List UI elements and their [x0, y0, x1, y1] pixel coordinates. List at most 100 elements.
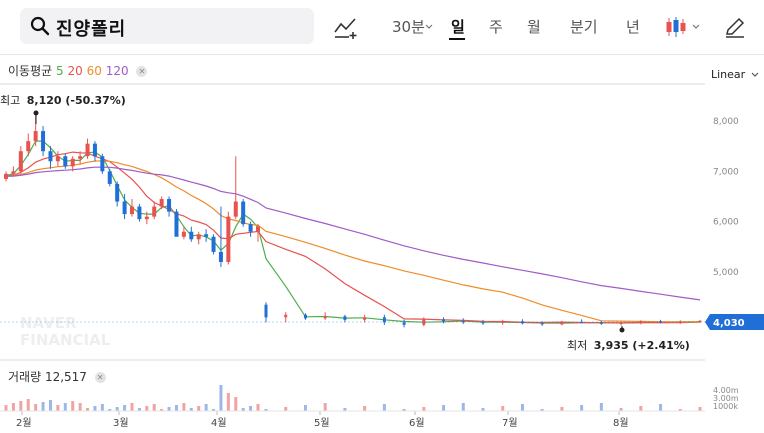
close-icon[interactable]: ✕: [94, 372, 106, 383]
candle: [137, 206, 142, 220]
volume-bar: [241, 408, 245, 411]
volume-bar: [145, 406, 149, 411]
volume-bar: [284, 407, 288, 411]
ma-line-60: [5, 160, 700, 323]
tab-week[interactable]: 주: [489, 16, 503, 37]
tab-quarter[interactable]: 분기: [570, 16, 598, 37]
candle: [167, 199, 172, 212]
volume-bar: [234, 397, 238, 411]
chevron-down-icon[interactable]: [692, 24, 700, 30]
tab-year[interactable]: 년: [626, 16, 640, 37]
ma-label: 이동평균: [8, 64, 53, 78]
volume-bar: [4, 405, 8, 411]
candle: [323, 316, 327, 319]
candle: [159, 199, 164, 207]
low-value: 3,935 (+2.41%): [594, 339, 690, 352]
candle: [211, 236, 216, 252]
high-marker: 최고 8,120 (-50.37%): [0, 94, 126, 124]
candle: [520, 321, 524, 324]
volume-bar: [501, 406, 505, 411]
scale-mode[interactable]: Linear: [711, 68, 759, 81]
moving-average-legend: 이동평균 5 20 60 120 ✕: [8, 62, 148, 79]
tab-30min[interactable]: 30분: [392, 16, 425, 37]
volume-bar: [19, 401, 23, 411]
ma-60: 60: [86, 64, 102, 78]
candle: [115, 183, 120, 202]
candle: [501, 321, 505, 323]
volume-bar: [226, 393, 230, 411]
candle: [284, 314, 288, 318]
candle: [100, 156, 105, 172]
candle: [241, 201, 246, 225]
candle: [26, 141, 31, 152]
candle: [233, 201, 238, 217]
candle: [174, 211, 179, 237]
volume-bar: [130, 403, 134, 411]
candle: [196, 234, 201, 240]
search-input[interactable]: 진양폴리: [20, 8, 314, 44]
candle: [698, 320, 702, 322]
volume-bar: [182, 403, 186, 411]
candle: [363, 317, 367, 320]
volume-bar: [86, 408, 90, 411]
x-tick-label: 5월: [314, 417, 330, 429]
volume-bar: [204, 404, 208, 411]
volume-bar: [34, 404, 38, 411]
candlestick-type-icon[interactable]: [664, 14, 690, 40]
x-tick-label: 4월: [211, 417, 227, 429]
volume-bar: [659, 404, 663, 411]
candle: [248, 224, 253, 232]
volume-bar: [599, 403, 603, 411]
volume-axis-label: 3.00m: [713, 394, 739, 403]
y-tick-label: 5,000: [713, 268, 739, 278]
volume-bar: [160, 409, 164, 411]
candle: [226, 216, 231, 262]
search-value: 진양폴리: [56, 19, 127, 40]
candle: [264, 304, 268, 318]
y-tick-label: 8,000: [713, 117, 739, 127]
candle: [33, 131, 38, 142]
tab-month[interactable]: 월: [527, 16, 541, 37]
chevron-down-icon[interactable]: [425, 24, 433, 30]
y-tick-label: 7,000: [713, 167, 739, 177]
drawing-tool-icon[interactable]: [333, 14, 359, 40]
volume-bar: [678, 409, 682, 411]
candle: [78, 156, 83, 159]
candle: [144, 216, 149, 220]
volume-bar: [540, 409, 544, 411]
ma-5: 5: [56, 64, 64, 78]
volume-bar: [11, 403, 15, 411]
volume-bar: [303, 405, 307, 411]
volume-bar: [78, 403, 82, 411]
volume-bar: [115, 407, 119, 411]
volume-bar: [56, 405, 60, 411]
volume-bar: [219, 385, 223, 411]
candle: [619, 322, 623, 324]
candle: [422, 319, 426, 325]
candle: [48, 151, 53, 162]
volume-axis-label: 4.00m: [713, 386, 739, 395]
close-icon[interactable]: ✕: [136, 66, 148, 77]
candle: [382, 317, 386, 323]
candle: [41, 131, 46, 152]
volume-bar: [197, 406, 201, 411]
candle: [402, 322, 406, 325]
volume-bar: [698, 407, 702, 411]
pencil-icon[interactable]: [722, 14, 748, 40]
volume-bar: [249, 406, 253, 411]
volume-value: 12,517: [44, 370, 87, 384]
high-value: 8,120 (-50.37%): [27, 94, 126, 107]
volume-label: 거래량: [8, 370, 42, 384]
volume-bar: [382, 404, 386, 411]
volume-bar: [212, 409, 216, 411]
volume-bar: [520, 404, 524, 411]
candle: [122, 201, 127, 215]
current-price-tag: 4,030: [0, 314, 764, 330]
volume-bar: [323, 403, 327, 411]
volume-bar: [639, 406, 643, 411]
tab-day[interactable]: 일: [451, 16, 465, 37]
chevron-down-icon: [751, 72, 759, 77]
watermark-line-2: FINANCIAL: [20, 331, 111, 349]
candle: [303, 314, 307, 319]
volume-bar: [402, 409, 406, 411]
